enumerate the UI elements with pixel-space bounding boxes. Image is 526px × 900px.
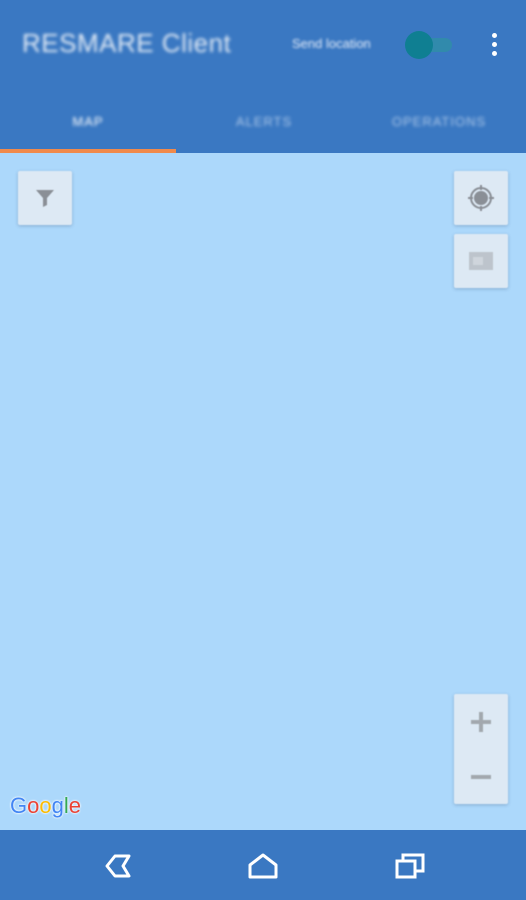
zoom-in-button[interactable] bbox=[454, 694, 508, 749]
menu-dot bbox=[491, 32, 497, 38]
send-location-label: Send location bbox=[292, 36, 371, 51]
zoom-out-icon bbox=[471, 774, 491, 779]
menu-dot bbox=[491, 50, 497, 56]
app-bar: RESMARE Client Send location bbox=[0, 0, 526, 90]
filter-button[interactable] bbox=[18, 171, 72, 225]
logo-letter: o bbox=[27, 793, 40, 818]
back-icon bbox=[105, 854, 131, 878]
tab-bar: MAP ALERTS OPERATIONS bbox=[0, 90, 526, 153]
app-screen: RESMARE Client Send location MAP ALERTS … bbox=[0, 0, 526, 900]
my-location-icon bbox=[468, 185, 494, 211]
logo-letter: o bbox=[39, 793, 52, 818]
more-vert-icon[interactable] bbox=[480, 28, 508, 60]
zoom-in-icon bbox=[471, 711, 491, 732]
zoom-controls bbox=[454, 694, 508, 804]
tab-map[interactable]: MAP bbox=[0, 90, 176, 153]
google-attribution-logo: Google bbox=[10, 793, 81, 819]
app-title: RESMARE Client bbox=[22, 28, 232, 58]
logo-letter: G bbox=[10, 793, 28, 818]
zoom-out-button[interactable] bbox=[454, 749, 508, 804]
send-location-toggle[interactable] bbox=[404, 31, 454, 59]
map-view[interactable]: Google bbox=[0, 153, 526, 830]
recents-icon bbox=[395, 853, 425, 879]
my-location-button[interactable] bbox=[454, 171, 508, 225]
menu-dot bbox=[491, 41, 497, 47]
system-nav-bar bbox=[0, 830, 526, 900]
tab-alerts[interactable]: ALERTS bbox=[176, 90, 352, 153]
layers-icon bbox=[469, 252, 493, 270]
toggle-thumb bbox=[405, 31, 433, 59]
nav-back-button[interactable] bbox=[98, 846, 138, 886]
logo-letter: e bbox=[68, 793, 82, 818]
logo-letter: g bbox=[51, 793, 64, 818]
filter-icon bbox=[36, 190, 54, 207]
tab-operations[interactable]: OPERATIONS bbox=[352, 90, 526, 153]
layers-button[interactable] bbox=[454, 234, 508, 288]
nav-recents-button[interactable] bbox=[390, 846, 430, 886]
home-icon bbox=[248, 853, 278, 879]
nav-home-button[interactable] bbox=[243, 846, 283, 886]
